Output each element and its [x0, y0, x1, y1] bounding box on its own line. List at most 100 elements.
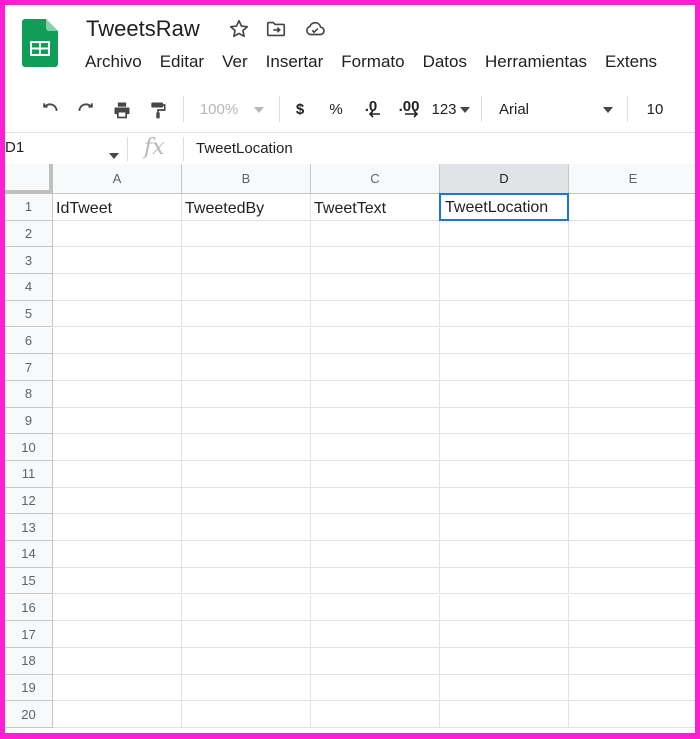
cell-d2[interactable]	[440, 220, 569, 248]
row-header-12[interactable]: 12	[5, 487, 53, 515]
more-formats-chevron-down-icon[interactable]	[459, 87, 471, 132]
move-to-folder-icon[interactable]	[264, 17, 288, 41]
row-header-2[interactable]: 2	[5, 220, 53, 248]
cell-b13[interactable]	[182, 514, 311, 542]
name-box[interactable]: D1	[5, 139, 24, 156]
percent-format-button[interactable]: %	[325, 87, 347, 132]
cell-a16[interactable]	[53, 594, 182, 622]
menu-archivo[interactable]: Archivo	[85, 52, 142, 72]
row-header-18[interactable]: 18	[5, 647, 53, 675]
cell-c16[interactable]	[311, 594, 440, 622]
cell-d11[interactable]	[440, 461, 569, 488]
cell-a2[interactable]	[53, 220, 182, 248]
formula-input[interactable]: TweetLocation	[196, 140, 293, 157]
cell-e16[interactable]	[569, 595, 695, 622]
font-select[interactable]: Arial	[499, 87, 539, 132]
cell-b16[interactable]	[182, 594, 311, 622]
cell-e10[interactable]	[569, 434, 695, 461]
column-header-e[interactable]: E	[569, 164, 695, 194]
row-header-13[interactable]: 13	[5, 514, 53, 542]
cell-b14[interactable]	[182, 541, 311, 568]
cell-c3[interactable]	[311, 247, 440, 275]
cell-d1[interactable]: TweetLocation	[439, 193, 569, 221]
cell-c2[interactable]	[311, 220, 440, 248]
cell-a11[interactable]	[53, 461, 182, 488]
cell-b19[interactable]	[182, 674, 311, 702]
font-size-input[interactable]: 10	[641, 87, 669, 132]
cell-a17[interactable]	[53, 621, 182, 648]
cell-e3[interactable]	[569, 247, 695, 275]
menu-formato[interactable]: Formato	[341, 52, 404, 72]
row-header-5[interactable]: 5	[5, 300, 53, 328]
name-box-chevron-down-icon[interactable]	[109, 146, 119, 164]
cell-c18[interactable]	[311, 647, 440, 675]
cell-b1[interactable]: TweetedBy	[182, 194, 311, 221]
row-header-3[interactable]: 3	[5, 247, 53, 275]
cell-a1[interactable]: IdTweet	[53, 194, 182, 221]
cell-c19[interactable]	[311, 674, 440, 702]
cell-d3[interactable]	[440, 247, 569, 275]
cell-c4[interactable]	[311, 274, 440, 301]
menu-datos[interactable]: Datos	[423, 52, 467, 72]
cell-d9[interactable]	[440, 407, 569, 435]
cell-e14[interactable]	[569, 541, 695, 568]
cell-b18[interactable]	[182, 647, 311, 675]
zoom-chevron-down-icon[interactable]	[251, 87, 267, 132]
select-all-corner[interactable]	[5, 164, 53, 194]
cell-a4[interactable]	[53, 274, 182, 301]
menu-ver[interactable]: Ver	[222, 52, 248, 72]
cell-b17[interactable]	[182, 621, 311, 648]
cell-c11[interactable]	[311, 461, 440, 488]
row-header-20[interactable]: 20	[5, 701, 53, 728]
cell-d17[interactable]	[440, 621, 569, 648]
print-icon[interactable]	[107, 87, 137, 132]
cell-a20[interactable]	[53, 701, 182, 728]
cell-e13[interactable]	[569, 514, 695, 542]
currency-format-button[interactable]: $	[289, 87, 311, 132]
font-chevron-down-icon[interactable]	[601, 87, 615, 132]
cell-e8[interactable]	[569, 381, 695, 408]
redo-icon[interactable]	[71, 87, 101, 132]
row-header-4[interactable]: 4	[5, 274, 53, 301]
spreadsheet-grid[interactable]: A B C D E 1 IdTweet TweetedBy TweetText TweetLoca…	[5, 164, 695, 734]
cell-e2[interactable]	[569, 221, 695, 248]
cell-b15[interactable]	[182, 567, 311, 595]
row-header-15[interactable]: 15	[5, 567, 53, 595]
cell-a5[interactable]	[53, 300, 182, 328]
row-header-10[interactable]: 10	[5, 434, 53, 461]
sheets-logo-icon[interactable]	[22, 19, 58, 67]
cell-b4[interactable]	[182, 274, 311, 301]
cell-b8[interactable]	[182, 380, 311, 408]
menu-extensiones[interactable]: Extens	[605, 52, 657, 72]
cell-a18[interactable]	[53, 647, 182, 675]
row-header-7[interactable]: 7	[5, 354, 53, 381]
cell-c8[interactable]	[311, 380, 440, 408]
cell-e9[interactable]	[569, 408, 695, 435]
cell-e12[interactable]	[569, 488, 695, 515]
cell-c10[interactable]	[311, 434, 440, 461]
menu-insertar[interactable]: Insertar	[266, 52, 324, 72]
cell-b6[interactable]	[182, 327, 311, 355]
cell-e19[interactable]	[569, 675, 695, 702]
row-header-6[interactable]: 6	[5, 327, 53, 355]
cell-b11[interactable]	[182, 461, 311, 488]
cell-b12[interactable]	[182, 487, 311, 515]
cell-d7[interactable]	[440, 354, 569, 381]
paint-format-icon[interactable]	[143, 87, 173, 132]
column-header-b[interactable]: B	[182, 164, 311, 194]
cell-c9[interactable]	[311, 407, 440, 435]
cell-e20[interactable]	[569, 701, 695, 728]
row-header-17[interactable]: 17	[5, 621, 53, 648]
cell-a9[interactable]	[53, 407, 182, 435]
cell-c12[interactable]	[311, 487, 440, 515]
cell-d19[interactable]	[440, 674, 569, 702]
cell-e18[interactable]	[569, 648, 695, 675]
cell-d8[interactable]	[440, 380, 569, 408]
cell-a13[interactable]	[53, 514, 182, 542]
cell-c13[interactable]	[311, 514, 440, 542]
cell-c15[interactable]	[311, 567, 440, 595]
cell-d10[interactable]	[440, 434, 569, 461]
cell-d6[interactable]	[440, 327, 569, 355]
cell-a14[interactable]	[53, 541, 182, 568]
cell-d16[interactable]	[440, 594, 569, 622]
